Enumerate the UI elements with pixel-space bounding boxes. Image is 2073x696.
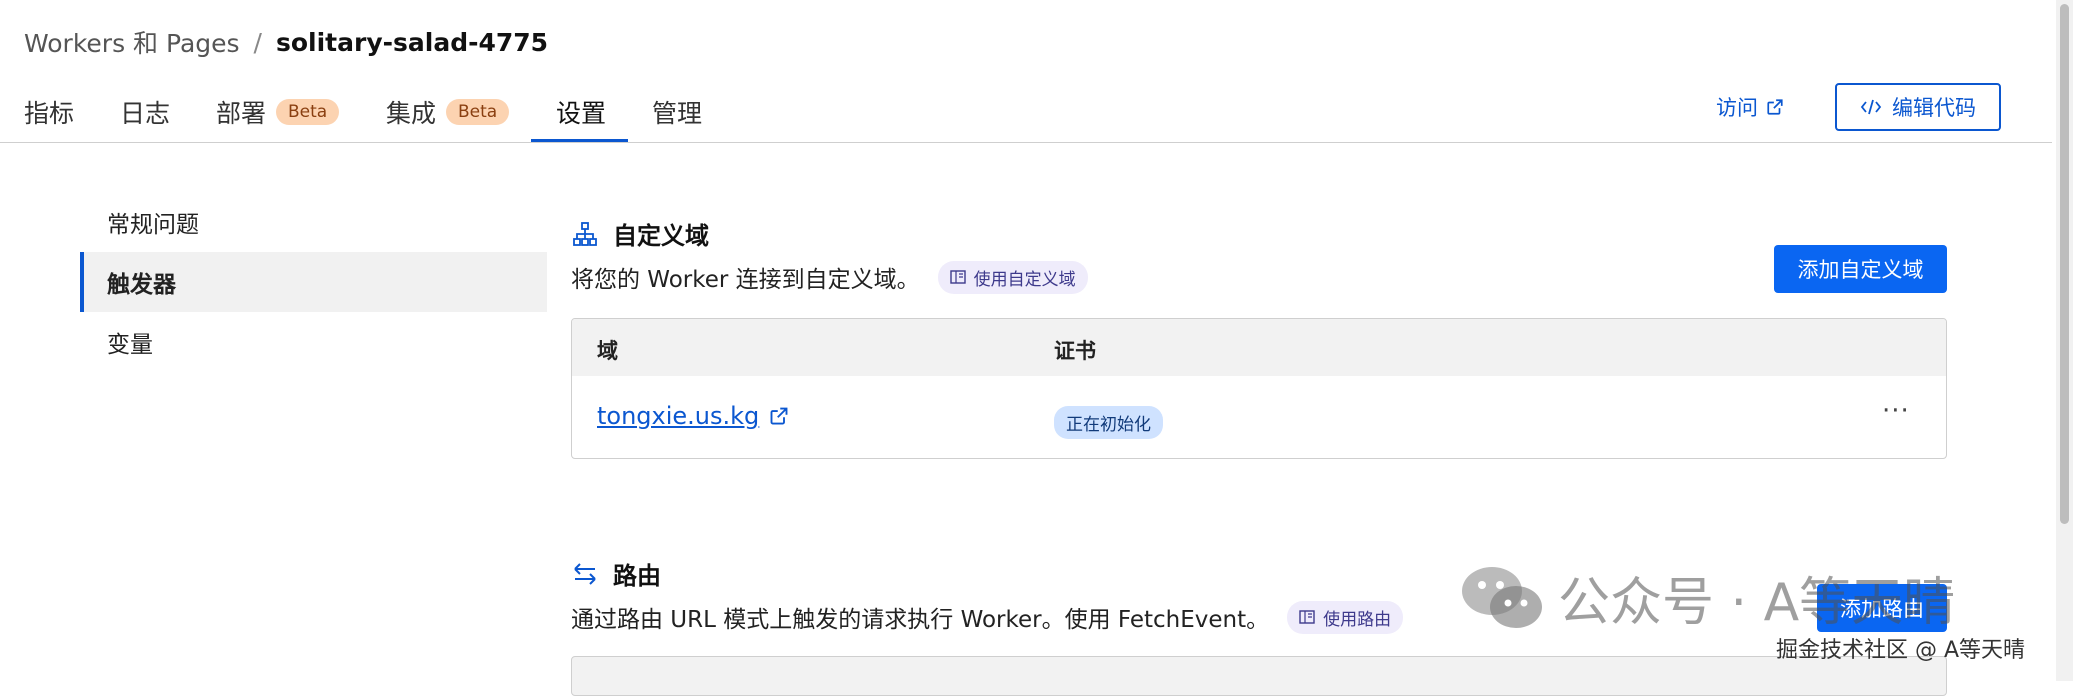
visit-link[interactable]: 访问: [1716, 92, 1784, 122]
custom-domains-doc-link[interactable]: 使用自定义域: [937, 260, 1088, 294]
breadcrumb-parent[interactable]: Workers 和 Pages: [24, 24, 240, 60]
tab-settings[interactable]: 设置: [556, 82, 606, 142]
beta-badge: Beta: [446, 99, 510, 125]
breadcrumb: Workers 和 Pages / solitary-salad-4775: [24, 24, 548, 60]
routes-description: 通过路由 URL 模式上触发的请求执行 Worker。使用 FetchEvent…: [571, 600, 1404, 634]
custom-domains-table: 域 证书 tongxie.us.kg 正在初始化 ···: [571, 318, 1947, 459]
domain-link[interactable]: tongxie.us.kg: [597, 402, 789, 430]
watermark-subtext: 掘金技术社区 @ A等天晴: [1776, 638, 2026, 663]
beta-badge: Beta: [276, 99, 340, 125]
custom-domains-title: 自定义域: [571, 216, 709, 251]
watermark: 公众号 · A等天晴: [1460, 560, 1955, 635]
sidebar-item-triggers[interactable]: 触发器: [80, 252, 547, 312]
sidebar-item-variables[interactable]: 变量: [80, 312, 547, 372]
breadcrumb-separator: /: [253, 27, 262, 57]
edit-code-button[interactable]: 编辑代码: [1835, 83, 2001, 131]
table-row: tongxie.us.kg 正在初始化 ···: [572, 376, 1946, 458]
swap-arrows-icon: [571, 560, 599, 588]
routes-table: [571, 656, 1947, 696]
add-custom-domain-button[interactable]: 添加自定义域: [1774, 245, 1947, 293]
column-header-certificate: 证书: [1054, 339, 1096, 363]
tab-manage[interactable]: 管理: [652, 82, 702, 142]
sitemap-icon: [571, 220, 599, 248]
tab-integrations[interactable]: 集成 Beta: [386, 82, 510, 142]
certificate-status-badge: 正在初始化: [1054, 406, 1163, 439]
external-link-icon: [1766, 98, 1784, 116]
more-actions-icon[interactable]: ···: [1882, 396, 1910, 426]
tab-logs[interactable]: 日志: [120, 82, 170, 142]
tab-deployments[interactable]: 部署 Beta: [216, 82, 340, 142]
scrollbar-thumb[interactable]: [2060, 4, 2069, 524]
routes-doc-link[interactable]: 使用路由: [1287, 600, 1404, 634]
book-icon: [1299, 610, 1315, 624]
wechat-icon: [1460, 563, 1544, 633]
routes-title: 路由: [571, 556, 661, 591]
code-icon: [1860, 98, 1882, 116]
table-header: 域 证书: [572, 319, 1946, 376]
tab-bar-divider: [0, 142, 2052, 143]
external-link-icon: [769, 406, 789, 426]
column-header-domain: 域: [597, 339, 618, 363]
tab-metrics[interactable]: 指标: [24, 82, 74, 142]
custom-domains-description: 将您的 Worker 连接到自定义域。 使用自定义域: [571, 260, 1088, 294]
page-title: solitary-salad-4775: [275, 27, 549, 57]
book-icon: [949, 270, 966, 284]
watermark-text: 公众号 · A等天晴: [1558, 573, 1956, 633]
sidebar-item-general[interactable]: 常规问题: [80, 192, 547, 252]
